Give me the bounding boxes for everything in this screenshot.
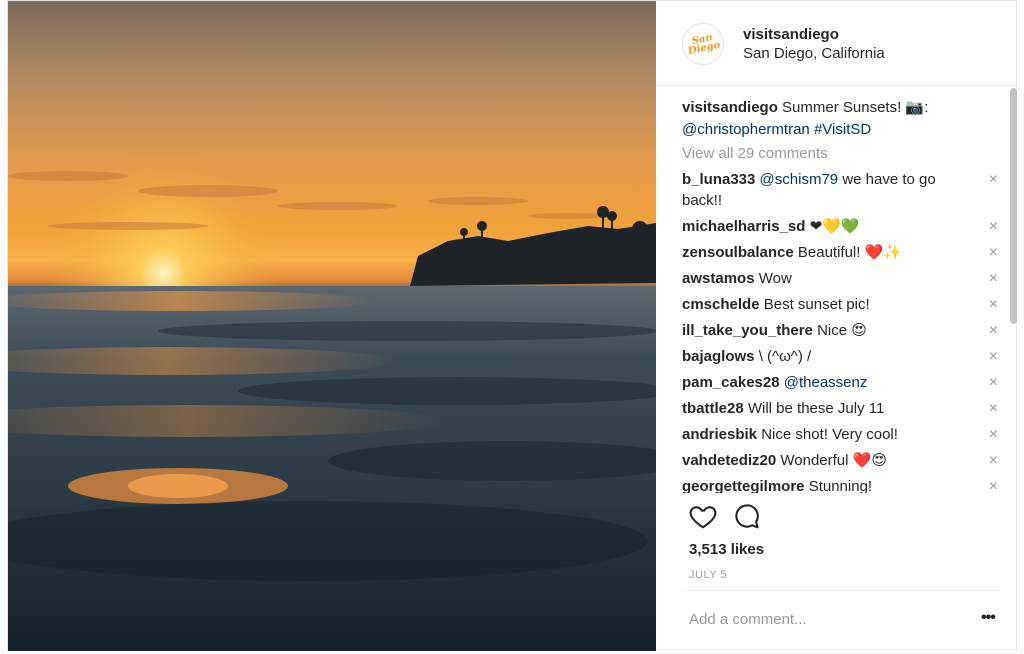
comment-username[interactable]: tbattle28: [682, 400, 744, 417]
remove-comment-icon[interactable]: ×: [989, 398, 998, 419]
remove-comment-icon[interactable]: ×: [989, 294, 998, 315]
comment-item: michaelharris_sd ❤💛💚 ×: [682, 216, 1002, 237]
remove-comment-icon[interactable]: ×: [989, 346, 998, 367]
comments-list: visitsandiego Summer Sunsets! 📷: @christ…: [682, 97, 1002, 493]
post-photo[interactable]: [8, 1, 656, 651]
comment-item: zensoulbalance Beautiful! ❤️✨ ×: [682, 242, 1002, 263]
comment-text: Wow: [758, 270, 792, 287]
remove-comment-icon[interactable]: ×: [989, 268, 998, 289]
comment-text: Nice shot! Very cool!: [761, 426, 898, 443]
comment-username[interactable]: andriesbik: [682, 426, 757, 443]
view-all-comments-link[interactable]: View all 29 comments: [682, 144, 1002, 164]
comment-icon[interactable]: [732, 501, 762, 531]
comment-item: tbattle28 Will be these July 11 ×: [682, 398, 1002, 419]
comment-text: Best sunset pic!: [763, 296, 870, 313]
remove-comment-icon[interactable]: ×: [989, 424, 998, 445]
heart-icon[interactable]: [688, 501, 718, 531]
sunset-ocean-image: [8, 1, 656, 651]
comment-username[interactable]: michaelharris_sd: [682, 218, 805, 235]
remove-comment-icon[interactable]: ×: [989, 216, 998, 237]
caption-hashtag[interactable]: #VisitSD: [814, 121, 871, 138]
comment-text: Will be these July 11: [747, 400, 885, 417]
comment-username[interactable]: pam_cakes28: [682, 374, 780, 391]
visitsandiego-logo: San Diego: [686, 32, 721, 58]
remove-comment-icon[interactable]: ×: [989, 320, 998, 341]
more-options-icon[interactable]: •••: [981, 609, 996, 627]
comment-username[interactable]: b_luna333: [682, 171, 755, 188]
comment-text: Nice 😍: [817, 322, 867, 339]
remove-comment-icon[interactable]: ×: [989, 450, 998, 471]
comment-item: b_luna333 @schism79 we have to go back!!…: [682, 169, 1002, 211]
remove-comment-icon[interactable]: ×: [989, 169, 998, 190]
post-actions: [682, 501, 802, 535]
post-header: San Diego visitsandiego San Diego, Califo…: [656, 1, 1018, 86]
remove-comment-icon[interactable]: ×: [989, 242, 998, 263]
comment-username[interactable]: cmschelde: [682, 296, 760, 313]
comment-item: awstamos Wow ×: [682, 268, 1002, 289]
divider: [682, 590, 1000, 591]
comment-username[interactable]: awstamos: [682, 270, 755, 287]
comment-item: pam_cakes28 @theassenz ×: [682, 372, 1002, 393]
post-details-panel: San Diego visitsandiego San Diego, Califo…: [656, 1, 1018, 651]
comment-item: georgettegilmore Stunning! ×: [682, 476, 1002, 493]
comment-username[interactable]: vahdetediz20: [682, 452, 776, 469]
comment-item: bajaglows \ (^ω^) / ×: [682, 346, 1002, 367]
post-location[interactable]: San Diego, California: [743, 45, 885, 62]
comment-text: Wonderful ❤️😍: [780, 452, 887, 469]
comment-item: vahdetediz20 Wonderful ❤️😍 ×: [682, 450, 1002, 471]
caption-text: Summer Sunsets! 📷:: [782, 99, 929, 116]
caption-username[interactable]: visitsandiego: [682, 99, 778, 116]
post-author-username[interactable]: visitsandiego: [743, 26, 839, 43]
comment-text: Stunning!: [808, 478, 873, 493]
comment-item: cmschelde Best sunset pic! ×: [682, 294, 1002, 315]
comment-text: Beautiful! ❤️✨: [797, 244, 902, 261]
comment-username[interactable]: bajaglows: [682, 348, 755, 365]
comment-username[interactable]: georgettegilmore: [682, 478, 805, 493]
remove-comment-icon[interactable]: ×: [989, 372, 998, 393]
remove-comment-icon[interactable]: ×: [989, 476, 998, 493]
comment-mention[interactable]: @theassenz: [784, 374, 868, 391]
caption-mention[interactable]: @christophermtran: [682, 121, 810, 138]
avatar[interactable]: San Diego: [682, 23, 724, 65]
post-caption: visitsandiego Summer Sunsets! 📷: @christ…: [682, 97, 1002, 141]
comment-username[interactable]: ill_take_you_there: [682, 322, 813, 339]
comments-scrollbar[interactable]: [1010, 88, 1017, 324]
comment-username[interactable]: zensoulbalance: [682, 244, 794, 261]
comment-item: ill_take_you_there Nice 😍 ×: [682, 320, 1002, 341]
add-comment-input[interactable]: Add a comment...: [689, 611, 807, 628]
post-date: JULY 5: [689, 569, 728, 581]
likes-count[interactable]: 3,513 likes: [689, 541, 764, 558]
comment-text: \ (^ω^) /: [758, 348, 812, 365]
post-card: San Diego visitsandiego San Diego, Califo…: [7, 0, 1018, 651]
comment-item: andriesbik Nice shot! Very cool! ×: [682, 424, 1002, 445]
comment-mention[interactable]: @schism79: [760, 171, 839, 188]
comment-text: ❤💛💚: [809, 218, 860, 235]
